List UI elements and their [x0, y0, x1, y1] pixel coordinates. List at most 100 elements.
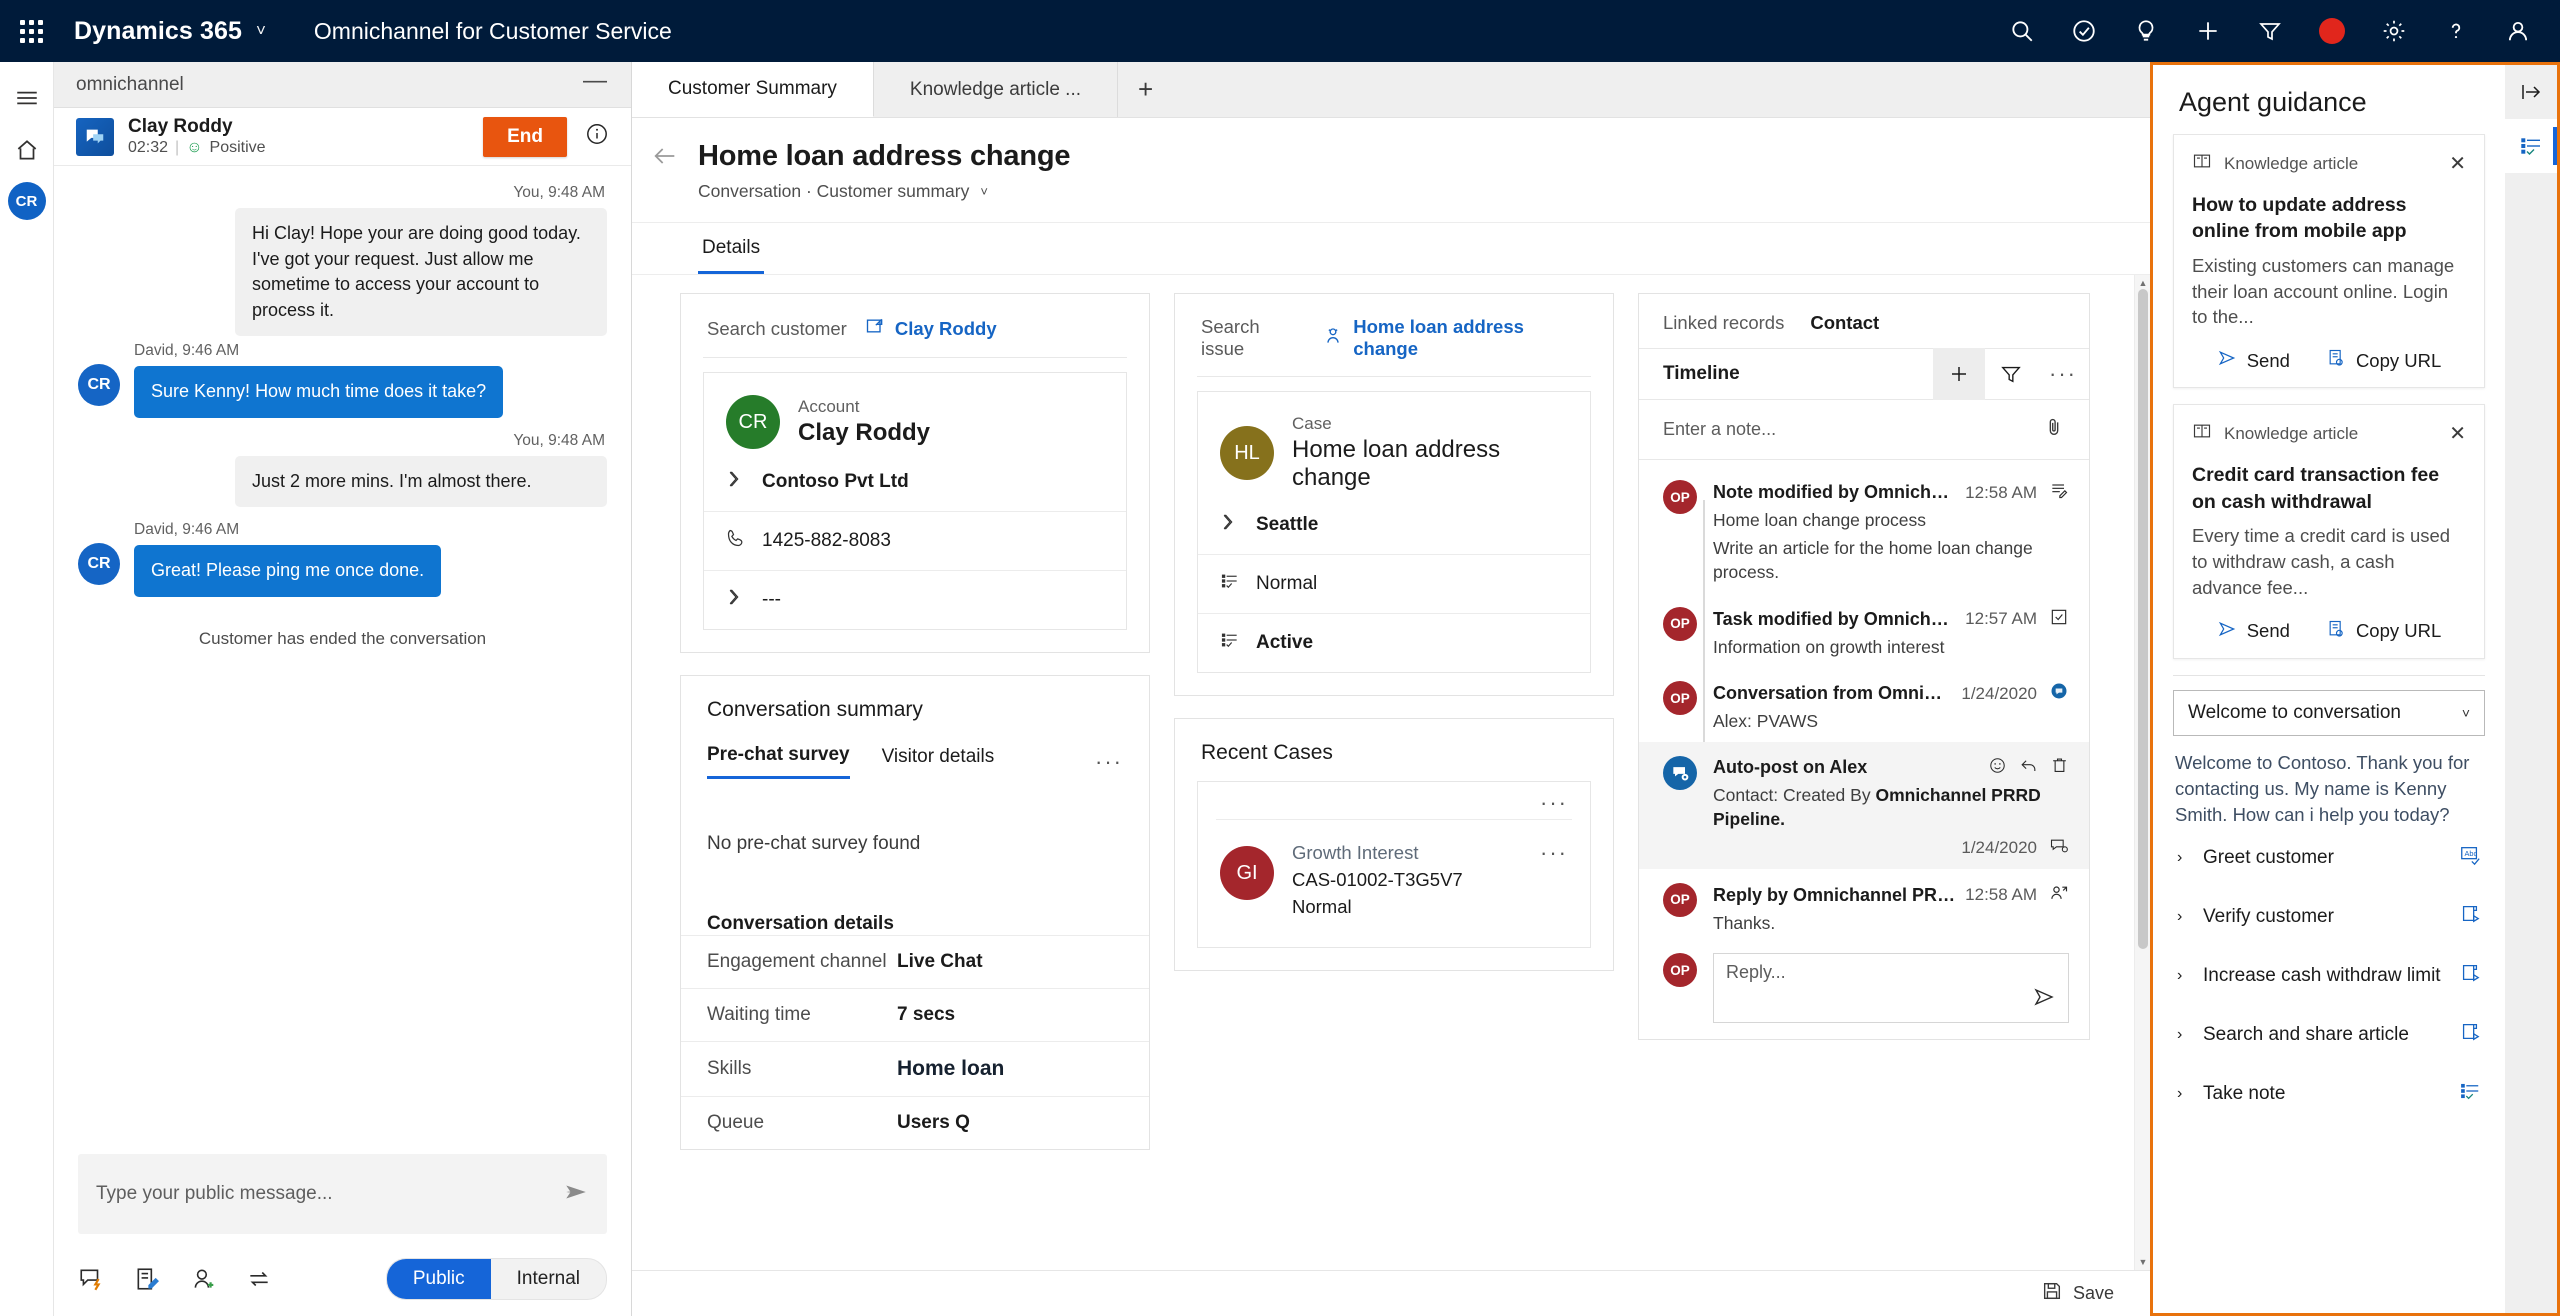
emoji-icon[interactable] — [1988, 756, 2007, 780]
tab-linked-records[interactable]: Linked records — [1663, 312, 1784, 334]
message-mode-toggle[interactable]: Public Internal — [385, 1258, 607, 1300]
scroll-down-arrow[interactable]: ▼ — [2135, 1254, 2150, 1270]
avatar: OP — [1663, 606, 1697, 641]
send-icon[interactable] — [563, 1179, 589, 1210]
filter-icon[interactable] — [1985, 348, 2037, 400]
customer-link[interactable]: Clay Roddy — [865, 316, 997, 341]
timeline-card: Linked records Contact Timeline ··· Ente… — [1638, 293, 2090, 1040]
detail-subtabs: Details — [632, 223, 2150, 275]
column-case: Search issue Home loan address change HL… — [1174, 293, 1614, 971]
more-icon[interactable]: ··· — [1540, 791, 1568, 813]
consult-icon[interactable] — [190, 1266, 216, 1292]
timeline-item-title: Reply by Omnichannel PRRD Pipeline — [1713, 884, 1955, 905]
back-arrow-icon[interactable] — [632, 118, 698, 222]
mode-internal-button[interactable]: Internal — [491, 1259, 606, 1299]
agent-guidance-scroll[interactable]: Knowledge article ✕ How to update addres… — [2153, 134, 2505, 1313]
plus-icon[interactable] — [2180, 0, 2236, 62]
account-icon[interactable] — [2490, 0, 2546, 62]
agent-script-select[interactable]: Welcome to conversation ˅ — [2173, 689, 2485, 736]
agent-step-search-and-share-article[interactable]: › Search and share article — [2173, 1005, 2485, 1064]
copy-url-button[interactable]: Copy URL — [2326, 348, 2441, 373]
send-button[interactable]: Send — [2217, 348, 2290, 373]
open-record-icon — [865, 316, 885, 341]
timeline-item[interactable]: OP Reply by Omnichannel PRRD Pipeline 12… — [1639, 869, 2089, 944]
content-scrollbar[interactable]: ▲ ▼ — [2134, 275, 2150, 1270]
tab-contact[interactable]: Contact — [1810, 312, 1879, 334]
conversation-badge-icon — [2049, 681, 2069, 706]
agent-step-take-note[interactable]: › Take note — [2173, 1064, 2485, 1123]
gear-icon[interactable] — [2366, 0, 2422, 62]
save-label[interactable]: Save — [2073, 1283, 2114, 1304]
timeline-item[interactable]: OP Conversation from Omnichan... 1/24/20… — [1639, 667, 2089, 742]
hamburger-menu-icon[interactable] — [0, 72, 54, 124]
end-conversation-button[interactable]: End — [483, 116, 567, 157]
timeline-item[interactable]: OP Task modified by Omnichann... 12:57 A… — [1639, 593, 2089, 668]
close-icon[interactable]: ✕ — [2449, 424, 2466, 444]
record-icon[interactable] — [2304, 0, 2360, 62]
timeline-note-input[interactable]: Enter a note... — [1639, 400, 2089, 460]
send-icon[interactable] — [2032, 985, 2056, 1014]
more-icon[interactable]: ··· — [2037, 348, 2089, 400]
expand-panel-icon[interactable] — [2505, 65, 2557, 119]
add-tab-button[interactable]: + — [1118, 62, 1173, 117]
account-entity-box: CR Account Clay Roddy Contoso Pvt Ltd 14… — [703, 372, 1127, 630]
step-label: Verify customer — [2203, 905, 2334, 927]
close-icon[interactable]: ✕ — [2449, 154, 2466, 174]
agent-script-rail-button[interactable] — [2505, 119, 2557, 173]
lightbulb-icon[interactable] — [2118, 0, 2174, 62]
send-button[interactable]: Send — [2217, 619, 2290, 644]
more-icon[interactable]: ··· — [1095, 749, 1123, 775]
chevron-down-icon[interactable]: ˅ — [980, 184, 988, 199]
tab-visitor-details[interactable]: Visitor details — [882, 746, 995, 778]
agent-step-greet-customer[interactable]: › Greet customer Abc — [2173, 828, 2485, 887]
timeline-reply-input[interactable]: Reply... — [1713, 953, 2069, 1023]
timeline-item-title: Note modified by Omnichan... — [1713, 482, 1956, 502]
paperclip-icon[interactable] — [2043, 416, 2065, 443]
agent-step-verify-customer[interactable]: › Verify customer — [2173, 887, 2485, 946]
entity-type-label: Case — [1292, 414, 1332, 433]
case-link[interactable]: Home loan address change — [1323, 316, 1587, 360]
filter-icon[interactable] — [2242, 0, 2298, 62]
scrollbar-thumb[interactable] — [2138, 289, 2148, 949]
chevron-down-icon[interactable]: ˅ — [2462, 705, 2470, 721]
search-icon[interactable] — [1994, 0, 2050, 62]
help-icon[interactable] — [2428, 0, 2484, 62]
abc-check-icon[interactable]: Abc — [2459, 844, 2481, 871]
quick-reply-icon[interactable] — [78, 1266, 104, 1292]
copy-url-icon — [2326, 348, 2346, 373]
app-launcher-icon[interactable] — [0, 0, 62, 62]
tab-knowledge-article[interactable]: Knowledge article ... — [874, 62, 1119, 117]
info-icon[interactable] — [585, 122, 609, 151]
message-timestamp: You, 9:48 AM — [513, 431, 605, 449]
knowledge-article-card[interactable]: Knowledge article ✕ How to update addres… — [2173, 134, 2485, 389]
avatar[interactable]: CR — [7, 182, 46, 220]
minimize-icon[interactable]: — — [583, 68, 607, 101]
message-input[interactable]: Type your public message... — [78, 1154, 607, 1234]
chat-message-list[interactable]: You, 9:48 AM Hi Clay! Hope your are doin… — [54, 166, 631, 1154]
script-run-icon[interactable] — [2459, 962, 2481, 989]
mode-public-button[interactable]: Public — [386, 1259, 491, 1299]
plus-icon[interactable] — [1933, 348, 1985, 400]
tab-pre-chat-survey[interactable]: Pre-chat survey — [707, 744, 850, 779]
delete-icon[interactable] — [2050, 756, 2069, 780]
list-check-icon[interactable] — [2459, 1080, 2481, 1107]
list-item[interactable]: GI Growth Interest CAS-01002-T3G5V7 Norm… — [1198, 820, 1590, 946]
note-icon[interactable] — [134, 1266, 160, 1292]
script-run-icon[interactable] — [2459, 1021, 2481, 1048]
timeline-item[interactable]: Auto-post on Alex Contact: Created By Om… — [1639, 741, 2089, 869]
knowledge-article-card[interactable]: Knowledge article ✕ Credit card transact… — [2173, 404, 2485, 659]
more-icon[interactable]: ··· — [1540, 842, 1568, 864]
agent-step-increase-cash-withdraw-limit[interactable]: › Increase cash withdraw limit — [2173, 946, 2485, 1005]
transfer-icon[interactable] — [246, 1266, 272, 1292]
timeline-item[interactable]: OP Note modified by Omnichan... 12:58 AM — [1639, 466, 2089, 593]
copy-url-button[interactable]: Copy URL — [2326, 619, 2441, 644]
home-icon[interactable] — [0, 124, 54, 176]
subtab-details[interactable]: Details — [698, 223, 765, 274]
check-circle-icon[interactable] — [2056, 0, 2112, 62]
save-icon[interactable] — [2041, 1280, 2063, 1307]
script-run-icon[interactable] — [2459, 903, 2481, 930]
chevron-down-icon[interactable]: ˅ — [256, 21, 266, 41]
reply-icon[interactable] — [2019, 756, 2038, 780]
account-field-other: --- — [704, 570, 1126, 629]
tab-customer-summary[interactable]: Customer Summary — [632, 62, 874, 117]
